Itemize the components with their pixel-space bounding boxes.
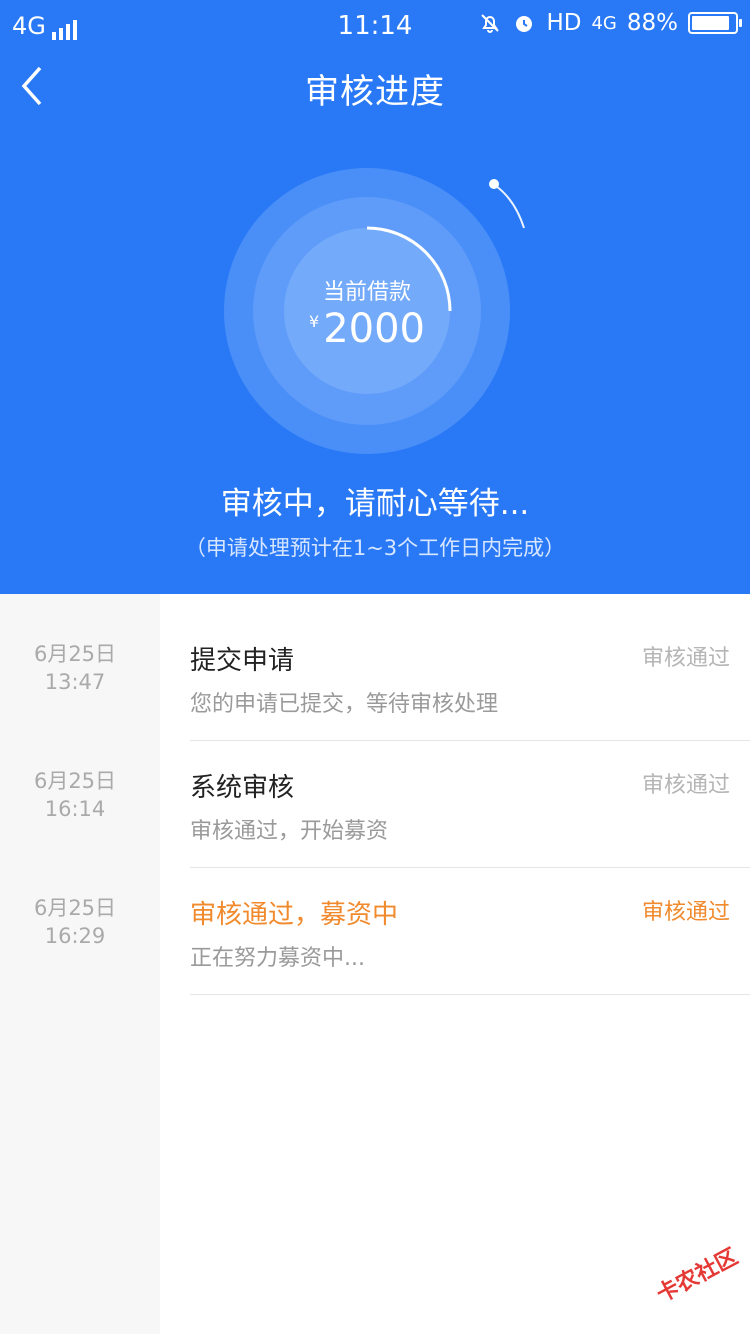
timeline-step-desc: 审核通过，开始募资 <box>190 819 389 844</box>
timeline-dates-column: 6月25日 13:47 6月25日 16:14 6月25日 16:29 <box>0 594 160 1334</box>
timeline-step-status: 审核通过 <box>641 773 730 798</box>
review-eta: （申请处理预计在1~3个工作日内完成） <box>184 536 566 560</box>
timeline-step-status: 审核通过 <box>641 646 730 671</box>
currency-symbol: ¥ <box>309 312 320 331</box>
svg-text:卡农社区: 卡农社区 <box>652 1244 742 1304</box>
timeline-row: 系统审核 审核通过，开始募资 审核通过 <box>190 741 750 868</box>
timeline-date: 6月25日 13:47 <box>33 642 117 694</box>
loan-amount-value: 2000 <box>323 306 425 352</box>
timeline-step-title: 系统审核 <box>190 773 295 803</box>
loan-label: 当前借款 <box>322 280 411 305</box>
header-panel: 4G 11:14 HD 4G 88% 审核进度 当前借款 ¥ 2000 审核中，… <box>0 0 750 594</box>
review-status: 审核中，请耐心等待... <box>220 486 530 522</box>
timeline: 6月25日 13:47 6月25日 16:14 6月25日 16:29 提交申请 您的… <box>0 594 750 1334</box>
timeline-step-desc: 正在努力募资中... <box>190 946 365 971</box>
timeline-step-status: 审核通过 <box>641 900 730 925</box>
watermark-logo: 卡农社区 <box>652 1244 742 1304</box>
timeline-date: 6月25日 16:29 <box>33 896 117 948</box>
timeline-step-desc: 您的申请已提交，等待审核处理 <box>190 692 499 717</box>
timeline-step-title: 提交申请 <box>190 646 295 676</box>
timeline-row: 提交申请 您的申请已提交，等待审核处理 审核通过 <box>190 614 750 741</box>
timeline-step-title: 审核通过，募资中 <box>190 900 399 930</box>
loan-amount: ¥2000 <box>284 306 450 352</box>
timeline-row-active: 审核通过，募资中 正在努力募资中... 审核通过 <box>190 868 750 995</box>
timeline-date: 6月25日 16:14 <box>33 769 117 821</box>
